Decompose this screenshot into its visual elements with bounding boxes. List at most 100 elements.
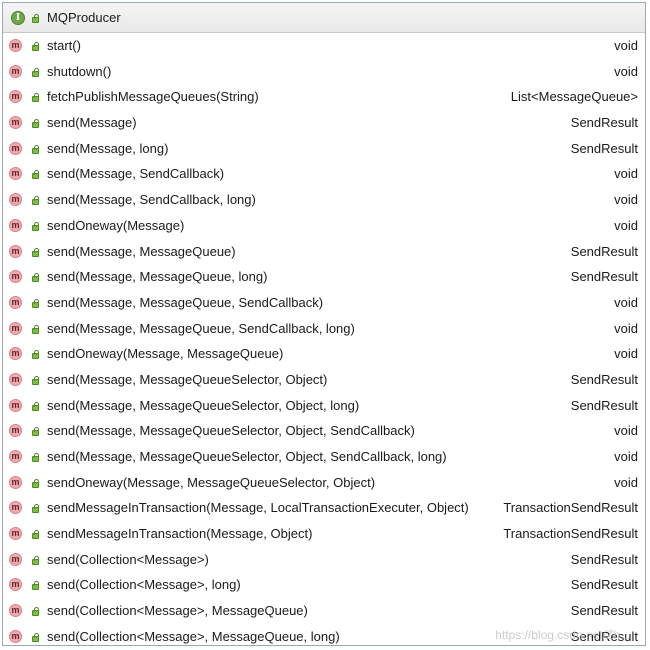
method-signature: send(Message, SendCallback, long)	[47, 192, 256, 208]
return-type: void	[614, 449, 638, 464]
method-icon: m	[9, 116, 22, 130]
method-icon: m	[9, 450, 22, 463]
class-title: MQProducer	[47, 10, 121, 25]
method-row[interactable]: m send(Message) SendResult	[3, 110, 645, 136]
public-lock-icon	[32, 273, 39, 283]
method-row[interactable]: m send(Collection<Message>, MessageQueue,…	[3, 624, 645, 650]
method-row[interactable]: m send(Collection<Message>, MessageQueue)…	[3, 598, 645, 624]
method-row[interactable]: m send(Message, SendCallback) void	[3, 161, 645, 187]
return-type: SendResult	[570, 243, 638, 259]
return-type: void	[614, 217, 638, 233]
public-lock-icon	[32, 607, 39, 617]
method-signature: sendOneway(Message, MessageQueue)	[47, 346, 284, 362]
method-row[interactable]: m sendOneway(Message, MessageQueue) void	[3, 341, 645, 367]
return-type: void	[614, 423, 638, 439]
public-lock-icon	[32, 581, 39, 591]
method-icon: m	[9, 193, 22, 207]
public-lock-icon	[32, 453, 39, 462]
method-signature: send(Message, MessageQueueSelector, Obje…	[47, 397, 360, 413]
method-icon: m	[9, 629, 22, 643]
method-row[interactable]: m sendOneway(Message, MessageQueueSelecto…	[3, 470, 645, 496]
method-row[interactable]: m fetchPublishMessageQueues(String) List<M…	[3, 84, 645, 110]
method-icon: m	[9, 321, 22, 335]
public-lock-icon	[32, 93, 39, 103]
public-lock-icon	[32, 530, 39, 540]
public-lock-icon	[32, 247, 39, 257]
return-type: void	[614, 38, 638, 53]
method-signature: send(Message, MessageQueue, long)	[47, 269, 268, 285]
return-type: SendResult	[570, 140, 638, 156]
public-lock-icon	[32, 401, 39, 411]
method-list: m start() void m shutdown() void m fetchPublish…	[3, 33, 645, 650]
method-row[interactable]: m sendMessageInTransaction(Message, Local…	[3, 495, 645, 521]
return-type: SendResult	[570, 269, 638, 285]
public-lock-icon	[32, 196, 39, 206]
return-type: void	[614, 63, 638, 79]
method-icon: m	[9, 527, 22, 541]
return-type: void	[614, 320, 638, 336]
method-row[interactable]: m send(Message, SendCallback, long) void	[3, 187, 645, 213]
method-row[interactable]: m send(Collection<Message>) SendResult	[3, 547, 645, 573]
return-type: SendResult	[570, 577, 638, 593]
structure-panel: I MQProducer m start() void m shutdown() void…	[2, 2, 646, 646]
return-type: SendResult	[570, 115, 638, 131]
public-lock-icon	[32, 324, 39, 334]
method-signature: send(Collection<Message>, long)	[47, 577, 241, 593]
method-icon: m	[9, 295, 22, 309]
method-icon: m	[9, 270, 22, 284]
method-row[interactable]: m start() void	[3, 33, 645, 59]
method-row[interactable]: m send(Message, MessageQueueSelector, Obj…	[3, 444, 645, 470]
method-signature: send(Message, long)	[47, 140, 169, 156]
method-icon: m	[9, 604, 22, 618]
method-signature: shutdown()	[47, 63, 112, 79]
public-lock-icon	[32, 375, 39, 385]
method-signature: send(Message)	[47, 115, 137, 131]
method-signature: sendOneway(Message)	[47, 217, 185, 233]
method-icon: m	[9, 552, 22, 566]
method-row[interactable]: m sendMessageInTransaction(Message, Objec…	[3, 521, 645, 547]
return-type: void	[614, 346, 638, 362]
method-row[interactable]: m send(Message, MessageQueueSelector, Obj…	[3, 418, 645, 444]
return-type: void	[614, 192, 638, 208]
method-signature: send(Message, MessageQueueSelector, Obje…	[47, 423, 415, 439]
method-row[interactable]: m send(Collection<Message>, long) SendResu…	[3, 572, 645, 598]
method-signature: sendOneway(Message, MessageQueueSelector…	[47, 474, 376, 490]
method-row[interactable]: m sendOneway(Message) void	[3, 213, 645, 239]
public-lock-icon	[32, 504, 39, 514]
method-icon: m	[9, 398, 22, 412]
method-row[interactable]: m send(Message, MessageQueue) SendResult	[3, 239, 645, 265]
class-header[interactable]: I MQProducer	[3, 3, 645, 33]
method-signature: sendMessageInTransaction(Message, LocalT…	[47, 500, 469, 516]
method-signature: sendMessageInTransaction(Message, Object…	[47, 526, 313, 542]
return-type: void	[614, 166, 638, 182]
return-type: List<MessageQueue>	[510, 89, 638, 105]
return-type: void	[614, 474, 638, 490]
public-lock-icon	[32, 350, 39, 360]
public-lock-icon	[32, 119, 39, 129]
public-lock-icon	[32, 42, 39, 51]
method-row[interactable]: m send(Message, MessageQueue, SendCallbac…	[3, 290, 645, 316]
method-icon: m	[9, 141, 22, 155]
public-lock-icon	[32, 478, 39, 488]
public-lock-icon	[32, 298, 39, 308]
method-row[interactable]: m send(Message, MessageQueue, long) SendRe…	[3, 264, 645, 290]
method-row[interactable]: m send(Message, long) SendResult	[3, 136, 645, 162]
interface-icon: I	[11, 11, 25, 25]
return-type: void	[614, 294, 638, 310]
method-icon: m	[9, 347, 22, 361]
method-icon: m	[9, 475, 22, 489]
method-signature: send(Message, MessageQueueSelector, Obje…	[47, 371, 328, 387]
return-type: TransactionSendResult	[503, 526, 638, 542]
method-row[interactable]: m send(Message, MessageQueueSelector, Obj…	[3, 393, 645, 419]
method-row[interactable]: m send(Message, MessageQueueSelector, Obj…	[3, 367, 645, 393]
method-row[interactable]: m send(Message, MessageQueue, SendCallbac…	[3, 316, 645, 342]
method-row[interactable]: m shutdown() void	[3, 59, 645, 85]
method-icon: m	[9, 578, 22, 592]
method-icon: m	[9, 64, 22, 78]
method-signature: send(Message, MessageQueue, SendCallback…	[47, 320, 355, 336]
method-signature: send(Message, SendCallback)	[47, 166, 225, 182]
return-type: SendResult	[570, 371, 638, 387]
return-type: SendResult	[570, 397, 638, 413]
public-lock-icon	[32, 632, 39, 642]
method-icon: m	[9, 167, 22, 181]
